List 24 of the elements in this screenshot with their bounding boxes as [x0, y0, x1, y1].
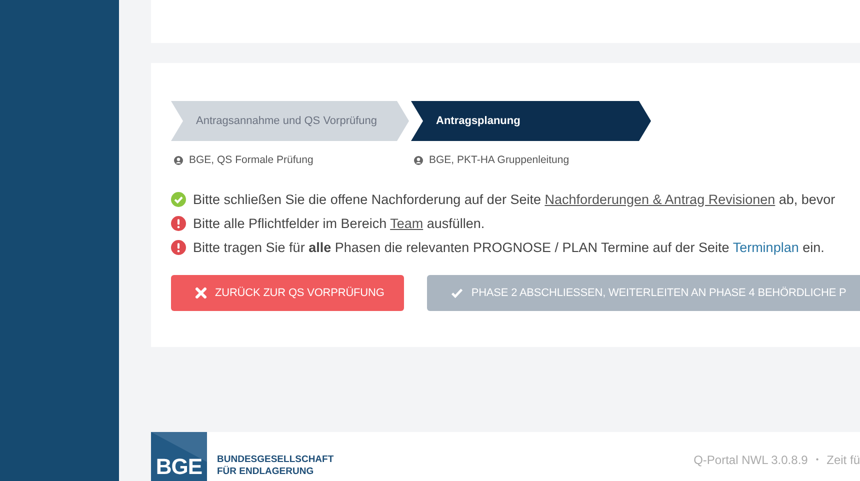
step-tab[interactable]: Antragsannahme und QS Vorprüfung [171, 101, 409, 141]
footer-info: Zeit fü [826, 452, 860, 466]
alert-circle-icon [171, 216, 186, 230]
check-circle-icon [171, 192, 186, 206]
close-icon [195, 287, 207, 299]
logo-text: FÜR ENDLAGERUNG [217, 466, 315, 478]
alert-circle-icon [171, 240, 186, 254]
separator-dot: • [816, 455, 819, 464]
message-text: Bitte alle Pflichtfelder im Bereich Team ausfüllen. [193, 216, 485, 230]
assignee-label: BGE, QS Formale Prüfung [189, 154, 314, 166]
back-button[interactable]: ZURÜCK ZUR QS VORPRÜFUNG [171, 275, 404, 311]
logo-mark: BGE [151, 432, 207, 481]
page-link[interactable]: Terminplan [732, 240, 799, 254]
message-text: Bitte schließen Sie die offene Nachforderung auf der Seite Nachforderungen & Antrag Revisionen ab, bevor [193, 192, 836, 206]
page-link[interactable]: Nachforderungen & Antrag Revisionen [544, 192, 776, 206]
user-icon [414, 156, 423, 164]
step-tab[interactable]: Antragsplanung [411, 101, 651, 141]
message-text: Bitte tragen Sie für alle Phasen die relevanten PROGNOSE / PLAN Termine auf der Seite Terminplan ein. [193, 240, 824, 254]
user-icon [174, 156, 183, 164]
assignee-label: BGE, PKT-HA Gruppenleitung [429, 154, 570, 166]
logo-text: BUNDESGESELLSCHAFT [217, 454, 334, 466]
page-link[interactable]: Team [390, 216, 424, 230]
version-label: Q-Portal NWL 3.0.8.9 [694, 452, 808, 466]
check-icon [451, 287, 464, 299]
